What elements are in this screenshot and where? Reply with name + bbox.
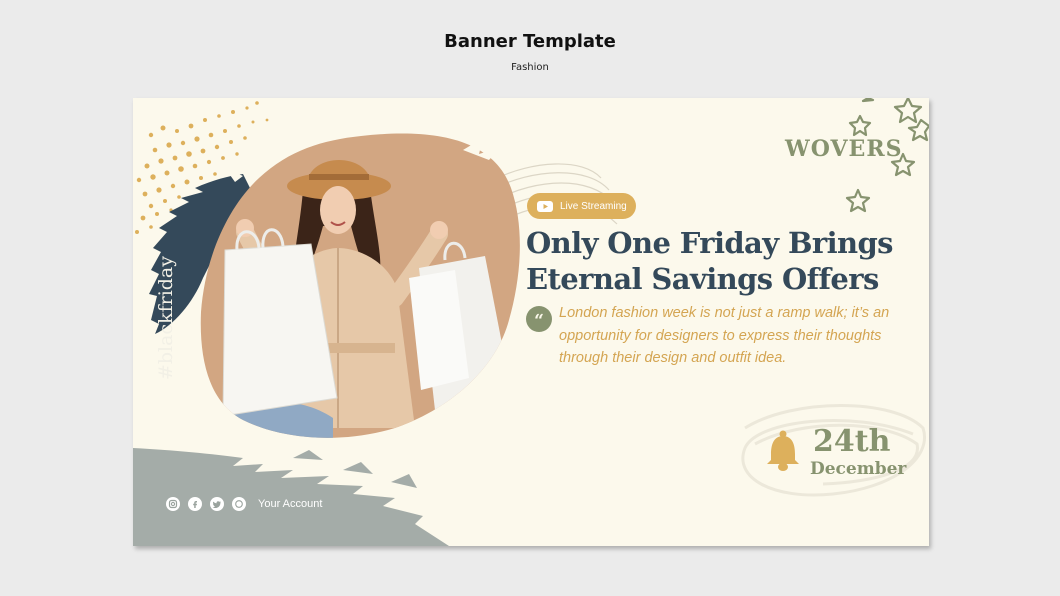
event-month: December bbox=[810, 459, 907, 479]
description-text: London fashion week is not just a ramp w… bbox=[559, 305, 890, 366]
svg-text:“: “ bbox=[534, 311, 544, 331]
headline: Only One Friday Brings Eternal Savings O… bbox=[526, 226, 893, 296]
youtube-play-icon bbox=[537, 200, 553, 212]
social-links: Your Account bbox=[166, 497, 322, 511]
facebook-icon[interactable] bbox=[188, 497, 202, 511]
bell-icon bbox=[767, 430, 799, 471]
brand-logo: WOVERS bbox=[785, 136, 903, 162]
hashtag-label: #blackfriday bbox=[155, 256, 177, 381]
page-title: Banner Template bbox=[444, 31, 616, 52]
fashion-banner: #blackfriday WOVERS Live Streaming Only … bbox=[133, 98, 929, 546]
quote-icon: “ bbox=[526, 306, 552, 332]
page-subtitle: Fashion bbox=[511, 62, 549, 73]
instagram-icon[interactable] bbox=[166, 497, 180, 511]
account-label[interactable]: Your Account bbox=[258, 498, 322, 510]
whatsapp-icon[interactable] bbox=[232, 497, 246, 511]
twitter-icon[interactable] bbox=[210, 497, 224, 511]
event-day: 24th bbox=[813, 424, 891, 459]
live-streaming-badge[interactable]: Live Streaming bbox=[527, 193, 636, 219]
live-streaming-label: Live Streaming bbox=[560, 200, 627, 212]
